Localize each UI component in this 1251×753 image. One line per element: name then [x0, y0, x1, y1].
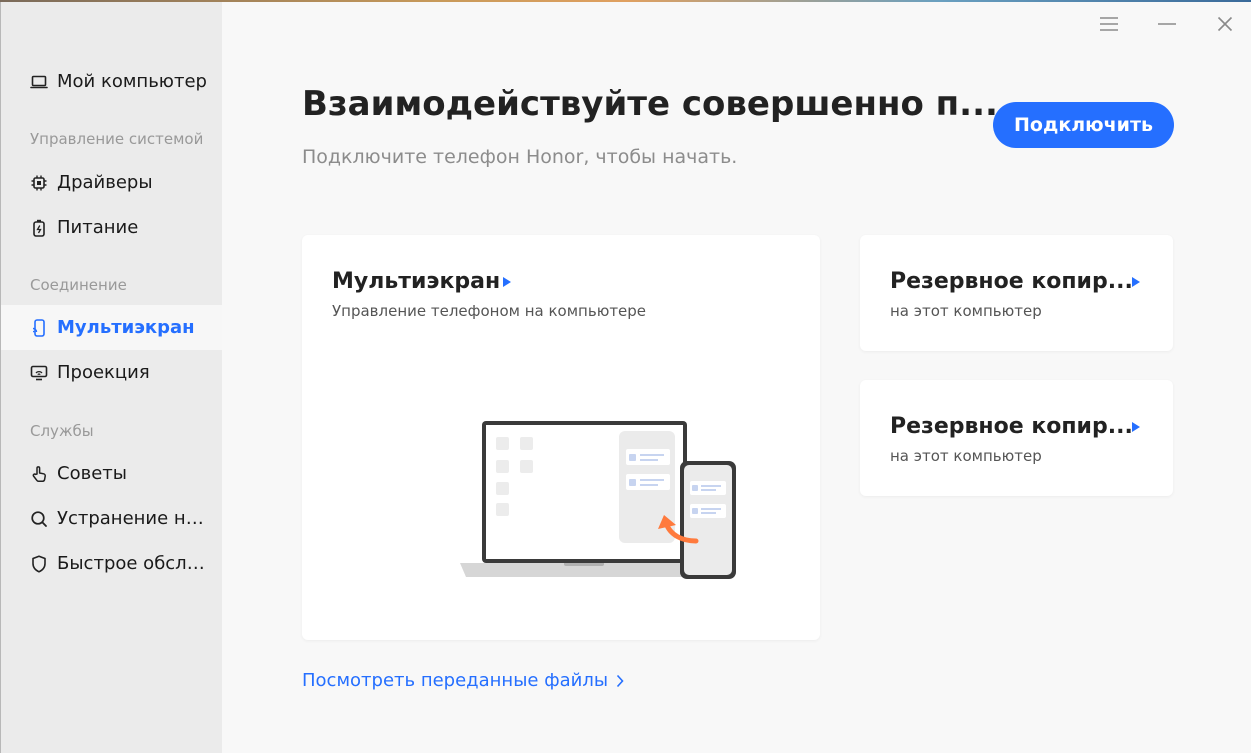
close-button[interactable] [1211, 10, 1239, 38]
menu-icon [1100, 17, 1118, 31]
card-subtitle: на этот компьютер [890, 302, 1042, 320]
laptop-icon [30, 73, 48, 91]
multiscreen-illustration [460, 421, 736, 579]
sidebar-item-label: Устранение не... [57, 508, 207, 529]
sidebar-item-label: Мой компьютер [57, 71, 207, 92]
sidebar-item-label: Проекция [57, 362, 150, 383]
card-subtitle: Управление телефоном на компьютере [332, 302, 647, 320]
sidebar-item-label: Быстрое обслу... [57, 553, 207, 574]
close-icon [1217, 16, 1233, 32]
card-title: Резервное копир... [890, 414, 1133, 439]
screen-cast-icon [30, 364, 48, 382]
sidebar-item-tips[interactable]: Советы [1, 451, 222, 496]
page-title: Взаимодействуйте совершенно п... [302, 84, 998, 124]
minimize-icon [1158, 23, 1176, 25]
multiscreen-card[interactable]: Мультиэкран Управление телефоном на комп… [302, 235, 820, 640]
play-arrow-icon [1132, 277, 1140, 287]
link-label: Посмотреть переданные файлы [302, 670, 609, 691]
section-label-connection: Соединение [30, 276, 127, 294]
section-label-system: Управление системой [30, 130, 204, 148]
sidebar-item-label: Питание [57, 217, 139, 238]
app-window: Мой компьютер Управление системой Драйве… [0, 2, 1251, 753]
sidebar-item-label: Советы [57, 463, 127, 484]
sidebar-item-label: Драйверы [57, 172, 153, 193]
play-arrow-icon [1132, 422, 1140, 432]
sidebar-item-projection[interactable]: Проекция [1, 350, 222, 395]
play-arrow-icon [503, 277, 511, 287]
sidebar: Мой компьютер Управление системой Драйве… [1, 2, 222, 753]
sidebar-item-troubleshoot[interactable]: Устранение не... [1, 496, 222, 541]
page-subtitle: Подключите телефон Honor, чтобы начать. [302, 146, 738, 168]
phone-cast-icon [30, 318, 48, 337]
sidebar-item-quick-service[interactable]: Быстрое обслу... [1, 541, 222, 586]
card-title: Мультиэкран [332, 269, 501, 294]
hand-icon [30, 465, 48, 483]
backup-card-1[interactable]: Резервное копир... на этот компьютер [860, 235, 1173, 351]
sidebar-item-label: Мультиэкран [57, 317, 195, 338]
search-icon [30, 510, 48, 528]
main-content: Взаимодействуйте совершенно п... Подключ… [222, 2, 1251, 753]
battery-icon [30, 219, 48, 237]
sidebar-item-drivers[interactable]: Драйверы [1, 160, 222, 205]
shield-icon [30, 554, 48, 573]
sidebar-item-my-computer[interactable]: Мой компьютер [1, 59, 222, 104]
menu-button[interactable] [1095, 10, 1123, 38]
sidebar-item-power[interactable]: Питание [1, 205, 222, 250]
connect-button[interactable]: Подключить [993, 102, 1174, 148]
card-subtitle: на этот компьютер [890, 447, 1042, 465]
view-transferred-files-link[interactable]: Посмотреть переданные файлы [302, 670, 624, 691]
chevron-right-icon [616, 674, 624, 687]
chip-icon [30, 174, 48, 192]
card-title: Резервное копир... [890, 269, 1133, 294]
backup-card-2[interactable]: Резервное копир... на этот компьютер [860, 380, 1173, 496]
section-label-services: Службы [30, 422, 94, 440]
sidebar-item-multiscreen[interactable]: Мультиэкран [1, 305, 222, 350]
minimize-button[interactable] [1153, 10, 1181, 38]
